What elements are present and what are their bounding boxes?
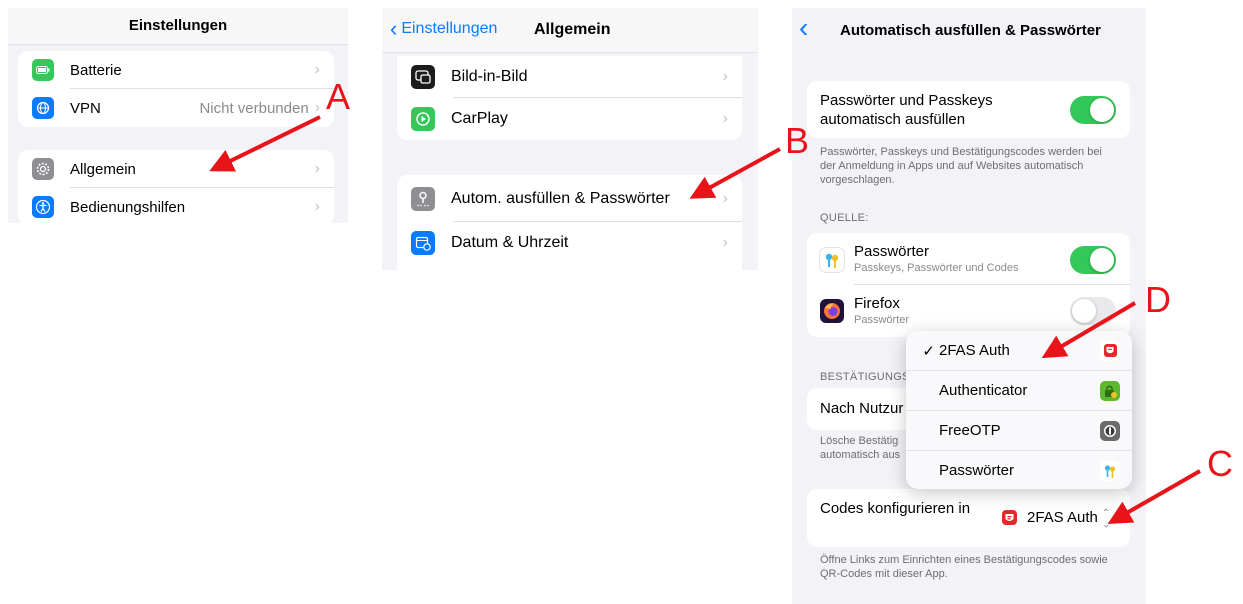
vpn-status: Nicht verbunden bbox=[199, 99, 309, 117]
battery-icon bbox=[32, 59, 54, 81]
menu-item-label: FreeOTP bbox=[939, 422, 1001, 439]
source-item-passwords: Passwörter Passkeys, Passwörter und Code… bbox=[807, 233, 1130, 285]
settings-item-date-time[interactable]: Datum & Uhrzeit › bbox=[397, 222, 742, 264]
settings-panel: Einstellungen Batterie › VPN Nicht verbu… bbox=[8, 8, 348, 223]
menu-item-label: Authenticator bbox=[939, 382, 1028, 399]
codes-selected-app: 2FAS Auth bbox=[1027, 509, 1098, 526]
menu-item-2fas-auth[interactable]: ✓ 2FAS Auth bbox=[906, 331, 1132, 371]
source-section-header: QUELLE: bbox=[820, 212, 869, 224]
passwords-app-icon bbox=[1100, 460, 1120, 481]
settings-item-autofill[interactable]: Autom. ausfüllen & Passwörter › bbox=[397, 175, 742, 222]
codes-config-footnote: Öffne Links zum Einrichten eines Bestäti… bbox=[820, 554, 1108, 580]
marker-b: B bbox=[785, 120, 810, 161]
autofill-toggle[interactable] bbox=[1070, 96, 1116, 124]
settings-item-label: Bedienungshilfen bbox=[70, 198, 186, 216]
menu-item-authenticator[interactable]: Authenticator bbox=[906, 371, 1132, 411]
after-use-footnote: Lösche Bestätig automatisch aus bbox=[820, 435, 901, 461]
firefox-icon bbox=[820, 299, 844, 323]
settings-item-label: Bild-in-Bild bbox=[451, 68, 528, 85]
settings-item-accessibility[interactable]: Bedienungshilfen › bbox=[18, 188, 334, 223]
navigation-bar: Einstellungen bbox=[8, 8, 348, 45]
menu-item-passwords[interactable]: Passwörter bbox=[906, 451, 1132, 489]
chevron-right-icon: › bbox=[314, 160, 320, 177]
source-sublabel: Passwörter bbox=[854, 314, 910, 326]
autofill-label: Passwörter und Passkeys automatisch ausf… bbox=[820, 92, 993, 128]
chevron-left-icon: ‹ bbox=[390, 16, 398, 41]
settings-group-general: Allgemein › Bedienungshilfen › bbox=[18, 150, 334, 223]
codes-config-group[interactable]: Codes konfigurieren in 2FAS Auth ⌃ ⌃ bbox=[807, 489, 1130, 547]
chevron-right-icon: › bbox=[722, 189, 728, 207]
2fas-icon bbox=[1100, 340, 1120, 361]
page-title: Automatisch ausfüllen & Passwörter bbox=[840, 22, 1101, 39]
freeotp-icon bbox=[1100, 420, 1120, 441]
page-title: Allgemein bbox=[534, 21, 611, 38]
back-chevron-icon[interactable]: ‹ bbox=[799, 14, 808, 42]
autofill-footnote: Passwörter, Passkeys und Bestätigungscod… bbox=[820, 146, 1102, 186]
settings-item-label: CarPlay bbox=[451, 110, 508, 127]
navigation-bar: ‹ Einstellungen Allgemein bbox=[382, 8, 758, 53]
globe-icon bbox=[32, 97, 54, 119]
settings-item-carplay[interactable]: CarPlay › bbox=[397, 98, 742, 140]
toggle-knob bbox=[1090, 98, 1114, 122]
chevron-right-icon: › bbox=[722, 110, 728, 127]
page-title: Einstellungen bbox=[128, 17, 228, 34]
chevron-right-icon: › bbox=[314, 99, 320, 116]
sources-group: Passwörter Passkeys, Passwörter und Code… bbox=[807, 233, 1130, 337]
settings-item-vpn[interactable]: VPN Nicht verbunden › bbox=[18, 89, 334, 127]
menu-item-label: Passwörter bbox=[939, 462, 1015, 479]
back-button-label: Einstellungen bbox=[401, 20, 498, 37]
settings-item-pip[interactable]: Bild-in-Bild › bbox=[397, 56, 742, 98]
toggle-knob bbox=[1072, 299, 1096, 323]
source-sublabel: Passkeys, Passwörter und Codes bbox=[854, 262, 1019, 274]
codes-app-menu: ✓ 2FAS Auth Authenticator FreeOTP Passwö… bbox=[906, 331, 1132, 489]
autofill-group: Passwörter und Passkeys automatisch ausf… bbox=[807, 81, 1130, 138]
passwords-source-toggle[interactable] bbox=[1070, 246, 1116, 274]
marker-c: C bbox=[1207, 443, 1233, 484]
settings-item-label: VPN bbox=[70, 99, 101, 117]
authenticator-icon bbox=[1100, 380, 1120, 401]
after-use-label: Nach Nutzur bbox=[820, 400, 904, 417]
chevron-up-down-icon: ⌃ ⌃ bbox=[1101, 507, 1111, 528]
menu-item-label: 2FAS Auth bbox=[939, 342, 1010, 359]
source-item-firefox: Firefox Passwörter bbox=[807, 285, 1130, 337]
codes-config-label: Codes konfigurieren in bbox=[820, 500, 971, 517]
codes-app-selector[interactable]: 2FAS Auth ⌃ ⌃ bbox=[1002, 507, 1111, 528]
menu-item-freeotp[interactable]: FreeOTP bbox=[906, 411, 1132, 451]
chevron-right-icon: › bbox=[314, 198, 320, 215]
firefox-source-toggle[interactable] bbox=[1070, 297, 1116, 325]
toggle-knob bbox=[1090, 248, 1114, 272]
general-panel: ‹ Einstellungen Allgemein Bild-in-Bild ›… bbox=[382, 8, 758, 270]
picture-in-picture-icon bbox=[411, 65, 435, 89]
passwords-app-icon bbox=[820, 248, 844, 272]
settings-item-label: Autom. ausfüllen & Passwörter bbox=[451, 189, 670, 207]
chevron-right-icon: › bbox=[722, 68, 728, 85]
accessibility-icon bbox=[32, 196, 54, 218]
checkmark-icon: ✓ bbox=[922, 342, 935, 360]
settings-group-media: Bild-in-Bild › CarPlay › bbox=[397, 56, 742, 140]
carplay-icon bbox=[411, 107, 435, 131]
autofill-passwords-panel: ‹ Automatisch ausfüllen & Passwörter Pas… bbox=[792, 8, 1146, 604]
settings-group-passwords: Autom. ausfüllen & Passwörter › Datum & … bbox=[397, 175, 742, 270]
settings-item-label: Allgemein bbox=[70, 160, 136, 178]
source-label: Firefox bbox=[854, 295, 900, 312]
calendar-icon bbox=[411, 231, 435, 255]
settings-item-label: Batterie bbox=[70, 61, 122, 79]
source-label: Passwörter bbox=[854, 243, 930, 260]
key-icon bbox=[411, 186, 435, 211]
settings-item-general[interactable]: Allgemein › bbox=[18, 150, 334, 188]
marker-a: A bbox=[326, 76, 351, 117]
marker-d: D bbox=[1145, 279, 1171, 320]
settings-group-connectivity: Batterie › VPN Nicht verbunden › bbox=[18, 51, 334, 127]
gear-icon bbox=[32, 158, 54, 180]
settings-item-label: Datum & Uhrzeit bbox=[451, 234, 569, 251]
chevron-right-icon: › bbox=[722, 234, 728, 251]
settings-item-battery[interactable]: Batterie › bbox=[18, 51, 334, 89]
2fas-icon bbox=[1002, 510, 1017, 525]
verification-section-header: BESTÄTIGUNGS bbox=[820, 371, 910, 383]
chevron-right-icon: › bbox=[314, 61, 320, 78]
navigation-bar: ‹ Automatisch ausfüllen & Passwörter bbox=[792, 8, 1146, 52]
back-button[interactable]: ‹ Einstellungen bbox=[390, 16, 498, 41]
